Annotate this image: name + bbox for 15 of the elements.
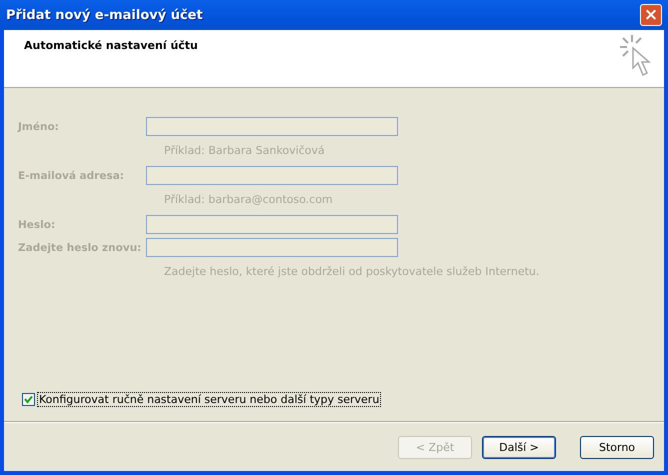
field-label: Zadejte heslo znovu: [18,242,142,254]
hint-text: Příklad: Barbara Sankovičová [164,144,326,157]
close-button[interactable]: × [640,4,662,26]
cursor-click-icon [618,33,654,77]
hint-text: Zadejte heslo, které jste obdrželi od poskytovatele služeb Internetu. [164,265,540,278]
field-label: Heslo: [18,218,56,230]
window-title: Přidat nový e-mailový účet [6,8,203,22]
field-label: Jméno: [18,120,60,132]
field-label: E-mailová adresa: [18,170,125,182]
dialog-button[interactable]: Další > [482,436,556,458]
dialog-button[interactable]: Storno [580,436,654,458]
checkbox[interactable] [22,393,35,406]
hint-text: Příklad: barbara@contoso.com [164,193,334,206]
page-title: Automatické nastavení účtu [24,39,198,52]
checkbox-label[interactable]: Konfigurovat ručně nastavení serveru nebo další typy serveru [37,392,382,407]
